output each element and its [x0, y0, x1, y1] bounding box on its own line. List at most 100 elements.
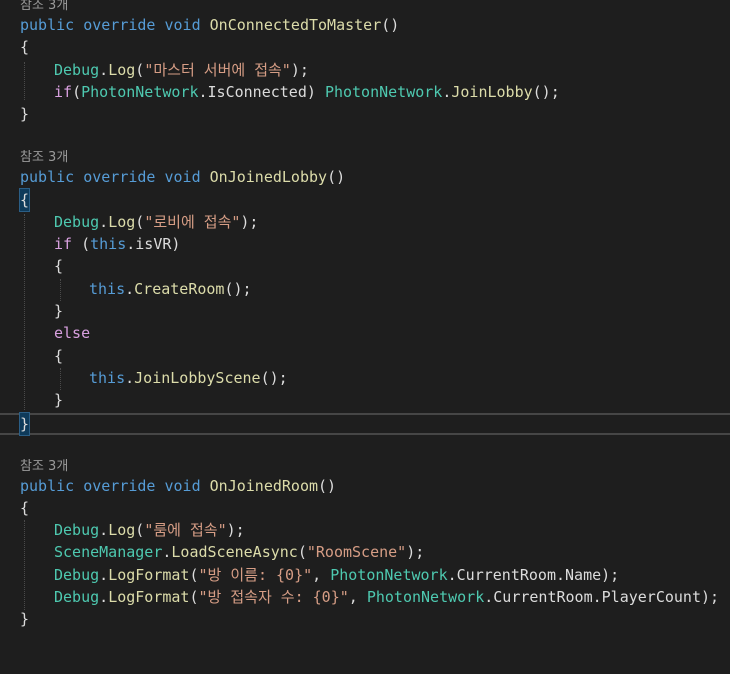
statement: Debug.LogFormat("방 이름: {0}", PhotonNetwo…	[54, 564, 619, 586]
string-token: "RoomScene"	[306, 543, 407, 561]
code-line[interactable]: {	[0, 255, 730, 277]
code-line[interactable]: }	[0, 103, 730, 125]
dot-token: .	[125, 369, 135, 387]
method-token: CreateRoom	[134, 280, 225, 298]
method-name: OnJoinedLobby	[209, 168, 328, 186]
code-line[interactable]: Debug.LogFormat("방 이름: {0}", PhotonNetwo…	[0, 564, 730, 586]
code-line[interactable]: if (this.isVR)	[0, 233, 730, 255]
method-token: Log	[108, 61, 136, 79]
signature-text: public override void OnConnectedToMaster…	[20, 14, 399, 36]
dot-token: .	[99, 61, 109, 79]
keyword-void: void	[164, 16, 201, 34]
type-token: PhotonNetwork	[81, 83, 199, 101]
comma-token: ,	[312, 566, 331, 584]
type-token: PhotonNetwork	[324, 83, 443, 101]
type-token: PhotonNetwork	[366, 588, 485, 606]
comma-token: ,	[348, 588, 367, 606]
dot-token: .	[125, 280, 135, 298]
close-brace: }	[20, 610, 30, 628]
close-brace: }	[20, 105, 30, 123]
method-signature[interactable]: public override void OnJoinedRoom()	[0, 475, 730, 497]
method-token: JoinLobbyScene	[134, 369, 261, 387]
code-line[interactable]: this.CreateRoom();	[0, 278, 730, 300]
code-line[interactable]: {	[0, 188, 730, 212]
close-brace-highlighted: }	[18, 412, 31, 436]
code-line[interactable]: }	[0, 300, 730, 322]
method-name: OnConnectedToMaster	[209, 16, 382, 34]
control-token: if	[54, 83, 73, 101]
keyword-void: void	[164, 477, 201, 495]
keyword-this: this	[89, 280, 126, 298]
paren-token: (	[72, 235, 91, 253]
string-token: "룸에 접속"	[144, 521, 227, 539]
statement: if (this.isVR)	[54, 233, 180, 255]
keyword-override: override	[83, 477, 156, 495]
end-token: ();	[224, 280, 252, 298]
keyword-override: override	[83, 168, 156, 186]
type-token: Debug	[54, 521, 100, 539]
paren-token: (	[297, 543, 307, 561]
code-line[interactable]: Debug.LogFormat("방 접속자 수: {0}", PhotonNe…	[0, 586, 730, 608]
paren-token: (	[135, 213, 145, 231]
method-token: JoinLobby	[451, 83, 533, 101]
member-token: .CurrentRoom.Name);	[447, 566, 620, 584]
keyword-this: this	[90, 235, 127, 253]
code-line-current[interactable]: }	[0, 412, 730, 436]
code-line[interactable]: Debug.Log("룸에 접속");	[0, 519, 730, 541]
code-line[interactable]: {	[0, 36, 730, 58]
code-line[interactable]: Debug.Log("마스터 서버에 접속");	[0, 59, 730, 81]
code-line[interactable]: this.JoinLobbyScene();	[0, 367, 730, 389]
method-token: Log	[108, 213, 136, 231]
keyword-override: override	[83, 16, 156, 34]
end-token: );	[290, 61, 309, 79]
code-line[interactable]: else	[0, 322, 730, 344]
statement: Debug.Log("룸에 접속");	[54, 519, 245, 541]
close-brace: }	[54, 302, 64, 320]
keyword-void: void	[164, 168, 201, 186]
open-brace: {	[20, 38, 30, 56]
method-name: OnJoinedRoom	[209, 477, 319, 495]
signature-text: public override void OnJoinedLobby()	[20, 166, 345, 188]
code-line[interactable]: }	[0, 389, 730, 411]
paren-token: (	[72, 83, 82, 101]
type-token: Debug	[54, 588, 100, 606]
member-token: .IsConnected)	[198, 83, 325, 101]
open-brace: {	[20, 499, 30, 517]
dot-token: .	[99, 588, 109, 606]
dot-token: .	[99, 213, 109, 231]
statement: Debug.LogFormat("방 접속자 수: {0}", PhotonNe…	[54, 586, 719, 608]
dot-token: .	[99, 521, 109, 539]
type-token: Debug	[54, 213, 100, 231]
code-line[interactable]: {	[0, 345, 730, 367]
code-line[interactable]: }	[0, 608, 730, 630]
code-line[interactable]: if(PhotonNetwork.IsConnected) PhotonNetw…	[0, 81, 730, 103]
keyword-else: else	[54, 324, 91, 342]
member-token: .CurrentRoom.PlayerCount);	[484, 588, 720, 606]
paren-token: (	[189, 588, 199, 606]
paren-token: (	[135, 61, 145, 79]
open-brace-highlighted: {	[18, 188, 31, 212]
method-token: LogFormat	[108, 588, 190, 606]
code-editor[interactable]: 참조 3개 public override void OnConnectedTo…	[0, 0, 730, 639]
method-token: LoadSceneAsync	[171, 543, 298, 561]
method-token: Log	[108, 521, 136, 539]
end-token: ();	[260, 369, 288, 387]
code-line[interactable]: SceneManager.LoadSceneAsync("RoomScene")…	[0, 541, 730, 563]
statement: this.CreateRoom();	[89, 278, 252, 300]
method-signature[interactable]: public override void OnConnectedToMaster…	[0, 14, 730, 36]
code-line[interactable]: Debug.Log("로비에 접속");	[0, 211, 730, 233]
member-token: .isVR)	[126, 235, 181, 253]
method-signature[interactable]: public override void OnJoinedLobby()	[0, 166, 730, 188]
statement: SceneManager.LoadSceneAsync("RoomScene")…	[54, 541, 424, 563]
open-brace: {	[54, 257, 64, 275]
close-brace: }	[54, 391, 64, 409]
statement: Debug.Log("마스터 서버에 접속");	[54, 59, 309, 81]
open-brace: {	[54, 347, 64, 365]
statement: if(PhotonNetwork.IsConnected) PhotonNetw…	[54, 81, 560, 103]
string-token: "로비에 접속"	[144, 213, 241, 231]
dot-token: .	[99, 566, 109, 584]
parens: ()	[381, 16, 400, 34]
string-token: "마스터 서버에 접속"	[144, 61, 291, 79]
parens: ()	[318, 477, 337, 495]
code-line[interactable]: {	[0, 497, 730, 519]
